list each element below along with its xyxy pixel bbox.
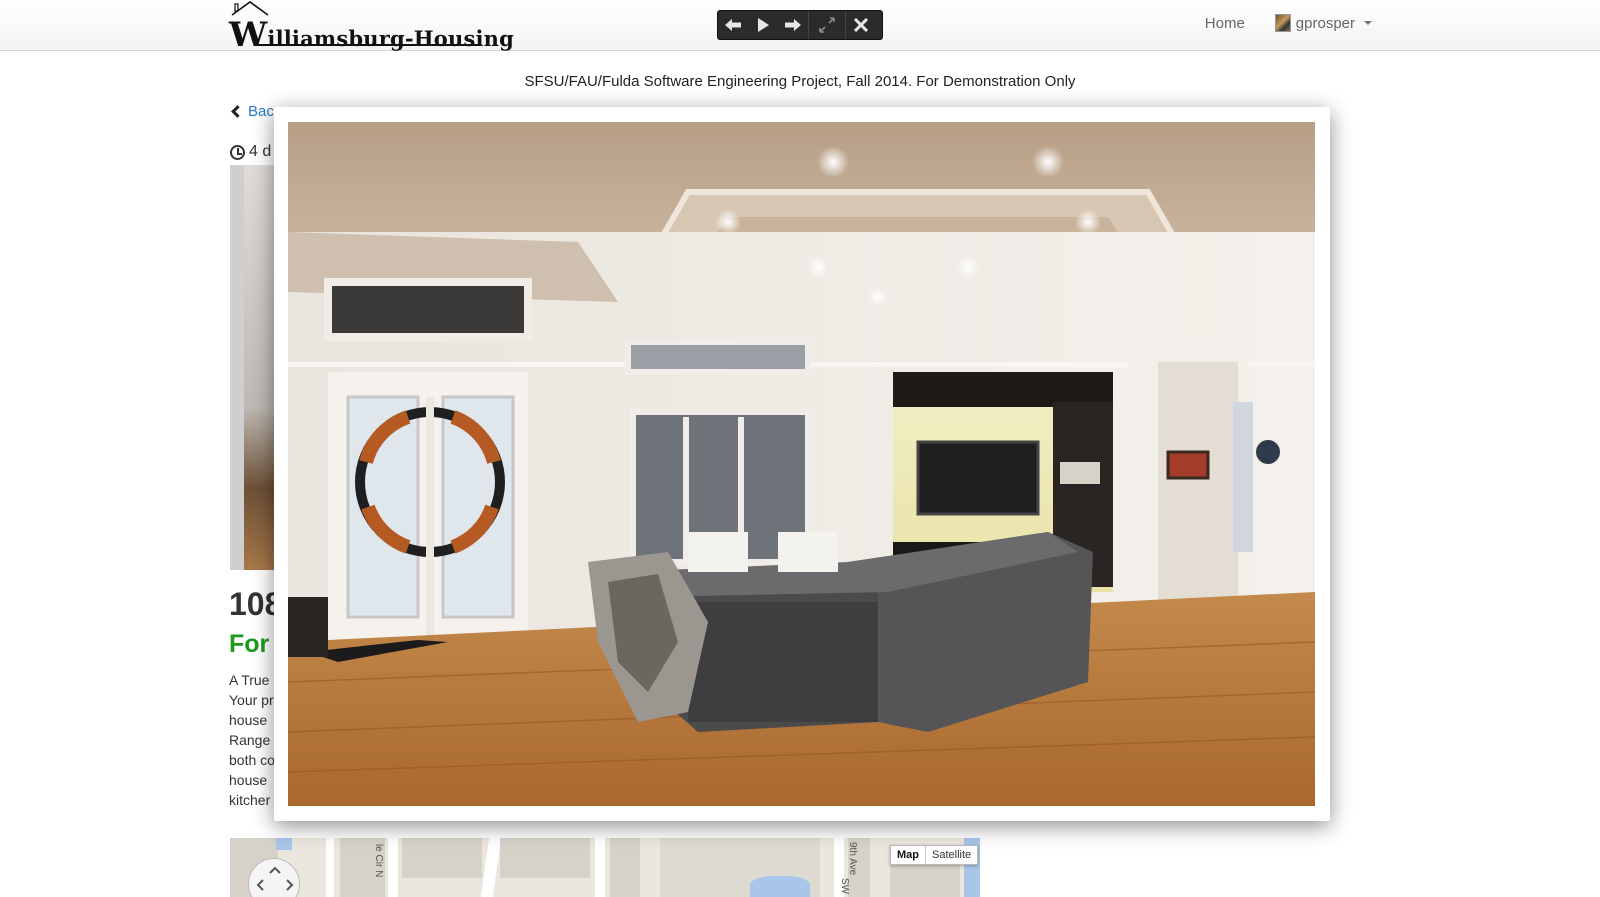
home-link[interactable]: Home bbox=[1205, 15, 1245, 32]
close-button[interactable] bbox=[846, 11, 876, 39]
map-pan-control[interactable] bbox=[248, 858, 300, 897]
map-water bbox=[750, 876, 810, 897]
next-button[interactable] bbox=[778, 11, 808, 39]
map-water bbox=[276, 838, 292, 850]
nav-links: Home gprosper bbox=[1205, 14, 1372, 32]
map-block bbox=[610, 838, 640, 897]
chevron-left-icon bbox=[231, 105, 244, 118]
map-road bbox=[595, 838, 605, 897]
map-type-map[interactable]: Map bbox=[891, 846, 926, 864]
pan-arrows-icon bbox=[256, 866, 294, 891]
username: gprosper bbox=[1295, 14, 1355, 32]
logo-underline bbox=[257, 44, 478, 46]
map-block bbox=[500, 838, 590, 878]
photo-lightbox bbox=[274, 107, 1330, 821]
demo-banner: SFSU/FAU/Fulda Software Engineering Proj… bbox=[524, 73, 1076, 90]
site-logo[interactable]: Williamsburg-Housing bbox=[229, 1, 514, 55]
map-type-satellite[interactable]: Satellite bbox=[926, 846, 977, 864]
back-link[interactable]: Bac bbox=[230, 103, 274, 120]
map-block bbox=[402, 838, 482, 878]
location-map[interactable]: le Cir N 9th Ave SW bbox=[230, 838, 980, 897]
listing-photo[interactable] bbox=[230, 165, 280, 570]
logo-initial: W bbox=[229, 15, 268, 55]
living-room-photo bbox=[288, 122, 1315, 806]
play-icon bbox=[758, 18, 769, 32]
fullscreen-icon bbox=[819, 17, 835, 33]
clock-icon bbox=[230, 144, 245, 160]
fullscreen-button[interactable] bbox=[808, 11, 846, 39]
map-road bbox=[480, 838, 502, 897]
user-avatar bbox=[1274, 14, 1291, 32]
listing-status: For bbox=[229, 630, 270, 658]
caret-down-icon bbox=[1364, 21, 1372, 25]
posted-time: 4 d bbox=[230, 143, 271, 161]
street-label: 9th Ave bbox=[847, 842, 858, 876]
previous-button[interactable] bbox=[718, 11, 748, 39]
lightbox-photo[interactable] bbox=[288, 122, 1315, 806]
map-type-control: Map Satellite bbox=[890, 845, 979, 865]
user-menu[interactable]: gprosper bbox=[1274, 14, 1372, 32]
street-label: le Cir N bbox=[373, 844, 384, 878]
logo-wordmark: Williamsburg-Housing bbox=[229, 15, 514, 55]
map-road bbox=[388, 838, 398, 897]
logo-rest: illiamsburg-Housing bbox=[267, 26, 515, 51]
back-label: Bac bbox=[248, 103, 274, 120]
arrow-right-icon bbox=[785, 19, 801, 31]
slideshow-toolbar bbox=[717, 10, 883, 40]
play-button[interactable] bbox=[748, 11, 778, 39]
map-road bbox=[326, 838, 334, 897]
posted-text: 4 d bbox=[249, 143, 272, 160]
arrow-left-icon bbox=[725, 19, 741, 31]
close-icon bbox=[854, 18, 868, 32]
street-label: SW bbox=[839, 878, 850, 895]
